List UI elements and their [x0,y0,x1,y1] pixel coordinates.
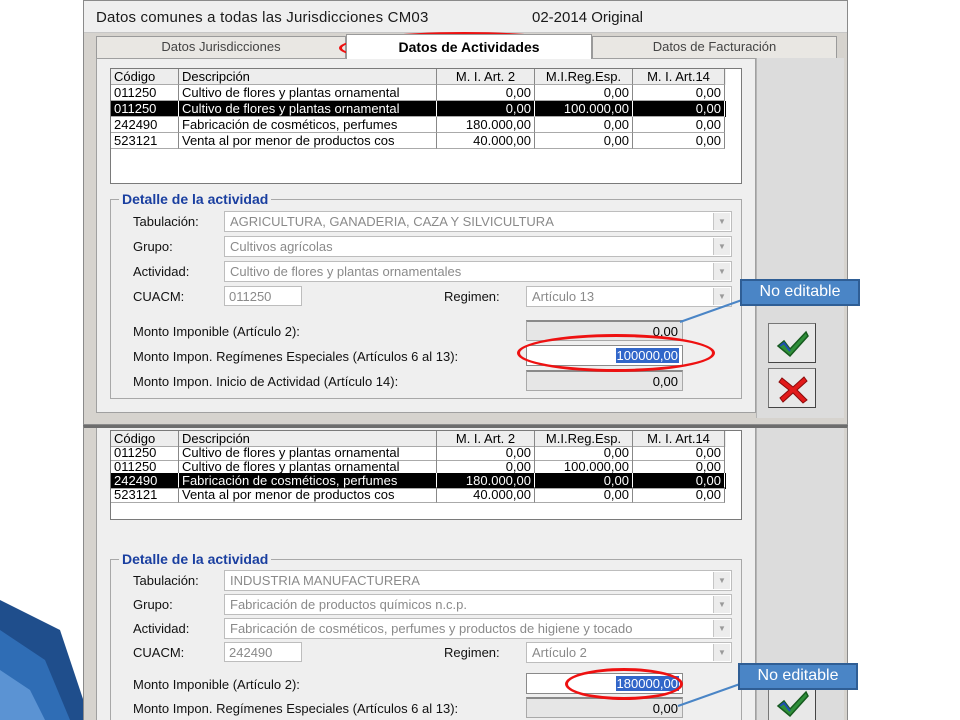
tab-datos-actividades[interactable]: Datos de Actividades [346,34,592,59]
slide-decoration [0,600,90,720]
tab-strip: Datos Jurisdicciones Datos de Actividade… [92,34,837,59]
cuacm-label: CUACM: [133,289,185,304]
table-row-selected[interactable]: 011250 Cultivo de flores y plantas ornam… [111,101,726,117]
callout-no-editable-top: No editable [740,279,860,306]
red-x-icon [778,376,808,404]
chevron-down-icon[interactable]: ▼ [713,596,730,613]
dialog-window-top: Datos comunes a todas las Jurisdicciones… [83,0,848,425]
regimen-label: Regimen: [444,289,500,304]
table-row[interactable]: 011250 Cultivo de flores y plantas ornam… [111,85,726,101]
dialog-window-bottom: Código Descripción M. I. Art. 2 M.I.Reg.… [83,425,848,720]
cuacm-field[interactable]: 242490 [224,642,302,662]
actividad-label: Actividad: [133,621,190,636]
activities-grid[interactable]: Código Descripción M. I. Art. 2 M.I.Reg.… [110,430,742,520]
side-panel [756,58,844,418]
checkmark-icon [776,330,809,358]
grupo-label: Grupo: [133,597,173,612]
column-header-codigo[interactable]: Código [111,69,179,85]
chevron-down-icon[interactable]: ▼ [713,620,730,637]
tab-datos-facturacion[interactable]: Datos de Facturación [592,36,837,58]
window-period: 02-2014 Original [532,9,643,26]
grupo-label: Grupo: [133,239,173,254]
cuacm-label: CUACM: [133,645,185,660]
cuacm-field[interactable]: 011250 [224,286,302,306]
grupo-select[interactable]: Cultivos agrícolas ▼ [224,236,732,257]
activities-grid[interactable]: Código Descripción M. I. Art. 2 M.I.Reg.… [110,68,742,184]
group-legend: Detalle de la actividad [119,551,272,567]
grid-header: Código Descripción M. I. Art. 2 M.I.Reg.… [111,69,726,85]
actividad-select[interactable]: Cultivo de flores y plantas ornamentales… [224,261,732,282]
chevron-down-icon[interactable]: ▼ [713,288,730,305]
table-row[interactable]: 523121 Venta al por menor de productos c… [111,487,726,503]
column-header-mi-reg-esp[interactable]: M.I.Reg.Esp. [535,69,633,85]
column-header-mi-art14[interactable]: M. I. Art.14 [633,69,725,85]
chevron-down-icon[interactable]: ▼ [713,263,730,280]
chevron-down-icon[interactable]: ▼ [713,213,730,230]
table-row[interactable]: 523121 Venta al por menor de productos c… [111,133,726,149]
monto-esp-label: Monto Impon. Regímenes Especiales (Artíc… [133,701,459,716]
group-legend: Detalle de la actividad [119,191,272,207]
actividad-label: Actividad: [133,264,190,279]
chevron-down-icon[interactable]: ▼ [713,238,730,255]
monto-esp-field: 0,00 [526,697,683,718]
monto-art2-label: Monto Imponible (Artículo 2): [133,677,300,692]
tabulacion-select[interactable]: INDUSTRIA MANUFACTURERA ▼ [224,570,732,591]
highlight-ellipse-monto [517,334,715,372]
window-title: Datos comunes a todas las Jurisdicciones… [96,9,429,26]
monto-art2-label: Monto Imponible (Artículo 2): [133,324,300,339]
callout-no-editable-bottom: No editable [738,663,858,690]
column-header-descripcion[interactable]: Descripción [179,69,437,85]
tabulacion-label: Tabulación: [133,214,199,229]
cancel-button[interactable] [768,368,816,408]
tabulacion-select[interactable]: AGRICULTURA, GANADERIA, CAZA Y SILVICULT… [224,211,732,232]
chevron-down-icon[interactable]: ▼ [713,572,730,589]
chevron-down-icon[interactable]: ▼ [713,644,730,661]
regimen-select[interactable]: Artículo 13 ▼ [526,286,732,307]
monto-esp-label: Monto Impon. Regímenes Especiales (Artíc… [133,349,459,364]
checkmark-icon [776,690,809,718]
monto-inicio-field: 0,00 [526,370,683,391]
regimen-label: Regimen: [444,645,500,660]
regimen-select[interactable]: Artículo 2 ▼ [526,642,732,663]
highlight-ellipse-monto [565,668,683,700]
tabulacion-label: Tabulación: [133,573,199,588]
column-header-mi-art2[interactable]: M. I. Art. 2 [437,69,535,85]
actividad-select[interactable]: Fabricación de cosméticos, perfumes y pr… [224,618,732,639]
title-bar: Datos comunes a todas las Jurisdicciones… [84,1,847,33]
monto-inicio-label: Monto Impon. Inicio de Actividad (Artícu… [133,374,399,389]
tab-datos-jurisdicciones[interactable]: Datos Jurisdicciones [96,36,346,58]
table-row[interactable]: 242490 Fabricación de cosméticos, perfum… [111,117,726,133]
accept-button[interactable] [768,323,816,363]
grupo-select[interactable]: Fabricación de productos químicos n.c.p.… [224,594,732,615]
